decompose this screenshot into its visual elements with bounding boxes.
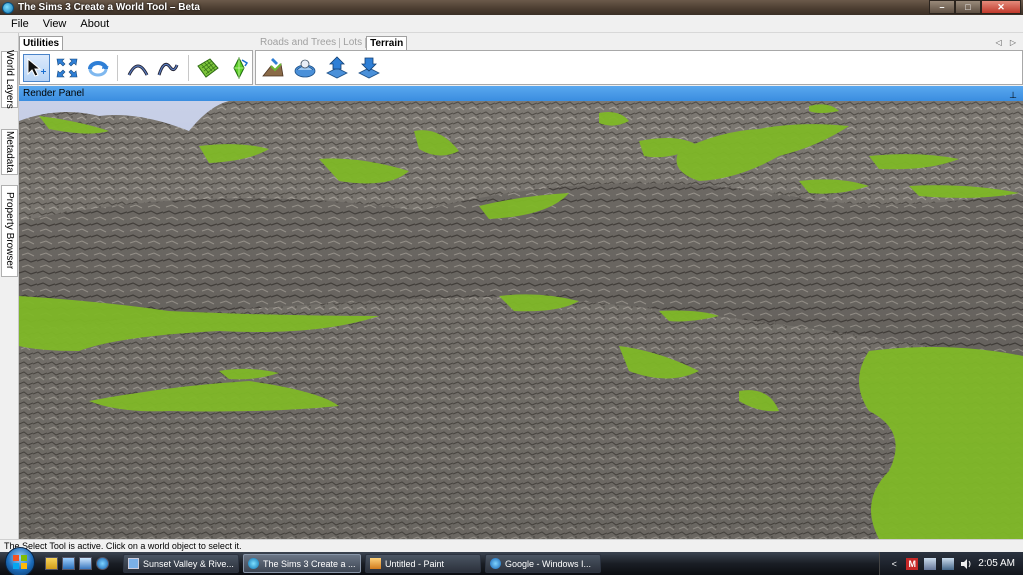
- menu-bar: File View About: [0, 15, 1023, 33]
- tab-scroll-arrows[interactable]: ◁ ▷: [995, 38, 1019, 47]
- rotate-tool-icon: [87, 60, 109, 76]
- paint-icon: [370, 558, 381, 569]
- close-button[interactable]: ✕: [981, 0, 1021, 14]
- sim-tool-button[interactable]: [225, 54, 252, 82]
- app-icon: [248, 558, 259, 569]
- tab-roads-and-trees[interactable]: Roads and Trees: [257, 36, 339, 50]
- utilities-tab-strip: Utilities: [19, 36, 64, 50]
- taskbar-item-label: Google - Windows I...: [505, 558, 592, 569]
- terrain-lower-button[interactable]: [355, 54, 383, 82]
- volume-icon[interactable]: [960, 558, 972, 570]
- sim-tool-icon: [233, 56, 248, 79]
- render-viewport[interactable]: [19, 101, 1023, 539]
- redo-curve-button[interactable]: [155, 54, 182, 82]
- terrain-sculpt-button[interactable]: [259, 54, 287, 82]
- tool-tab-strip: Roads and Trees Lots Terrain: [257, 36, 408, 50]
- menu-file[interactable]: File: [4, 18, 36, 30]
- status-text: The Select Tool is active. Click on a wo…: [4, 541, 242, 551]
- clock[interactable]: 2:05 AM: [978, 558, 1015, 569]
- start-button[interactable]: [5, 546, 35, 575]
- move-tool-icon: [56, 58, 78, 77]
- quick-launch: [45, 557, 109, 570]
- side-tab-property-browser[interactable]: Property Browser: [1, 185, 18, 277]
- terrain-scene: [19, 101, 1023, 539]
- redo-curve-icon: [157, 62, 179, 75]
- select-tool-icon: [27, 57, 47, 77]
- terrain-lower-icon: [358, 57, 380, 78]
- side-tab-label: Metadata: [4, 131, 15, 173]
- side-tab-label: Property Browser: [4, 192, 15, 270]
- undo-curve-icon: [127, 64, 148, 76]
- taskbar-item-label: The Sims 3 Create a ...: [263, 558, 356, 569]
- taskbar-item-label: Untitled - Paint: [385, 558, 445, 569]
- tab-utilities[interactable]: Utilities: [19, 36, 64, 50]
- rotate-tool-button[interactable]: [84, 54, 111, 82]
- side-tab-label: World Layers: [4, 50, 15, 109]
- render-panel-title: Render Panel: [23, 88, 85, 99]
- utilities-toolbar: [19, 50, 253, 85]
- toolbar-area: Utilities Roads and Trees Lots Terrain ◁…: [19, 33, 1023, 86]
- window-title: The Sims 3 Create a World Tool – Beta: [18, 2, 200, 13]
- tray-app-icon[interactable]: M: [906, 557, 919, 570]
- move-tool-button[interactable]: [54, 54, 81, 82]
- side-tab-world-layers[interactable]: World Layers: [1, 50, 18, 109]
- taskbar-item-label: Sunset Valley & Rive...: [143, 558, 234, 569]
- terrain-toolbar: [255, 50, 1023, 85]
- taskbar-item-sunset-valley[interactable]: Sunset Valley & Rive...: [123, 554, 239, 573]
- select-tool-button[interactable]: [23, 53, 50, 82]
- taskbar-item-google-ie[interactable]: Google - Windows I...: [485, 554, 601, 573]
- maximize-button[interactable]: □: [955, 0, 981, 14]
- grid-tool-icon: [197, 57, 219, 78]
- menu-view[interactable]: View: [36, 18, 74, 30]
- title-bar: The Sims 3 Create a World Tool – Beta – …: [0, 0, 1023, 15]
- monitor-icon[interactable]: [942, 557, 955, 570]
- tray-expand-icon[interactable]: <: [888, 558, 900, 570]
- toolbar-separator: [187, 54, 189, 81]
- undo-curve-button[interactable]: [124, 54, 151, 82]
- toolbar-separator: [117, 54, 119, 81]
- terrain-sculpt-icon: [262, 57, 284, 76]
- terrain-raise-icon: [326, 55, 348, 78]
- window-controls: – □ ✕: [929, 0, 1021, 14]
- minimize-button[interactable]: –: [929, 0, 955, 14]
- speaker-icon: [961, 558, 971, 569]
- taskbar-item-paint[interactable]: Untitled - Paint: [365, 554, 481, 573]
- show-desktop-icon[interactable]: [62, 557, 75, 570]
- terrain-smooth-icon: [294, 59, 316, 77]
- network-icon[interactable]: [924, 557, 937, 570]
- terrain-smooth-button[interactable]: [291, 54, 319, 82]
- tab-terrain[interactable]: Terrain: [366, 36, 408, 50]
- system-tray: < M 2:05 AM: [879, 552, 1023, 575]
- menu-about[interactable]: About: [73, 18, 116, 30]
- folder-icon[interactable]: [45, 557, 58, 570]
- taskbar: Sunset Valley & Rive... The Sims 3 Creat…: [0, 546, 1023, 575]
- grid-tool-button[interactable]: [195, 54, 222, 82]
- tab-lots[interactable]: Lots: [340, 36, 365, 50]
- taskbar-item-create-a-world[interactable]: The Sims 3 Create a ...: [243, 554, 361, 573]
- windows-logo-icon: [13, 554, 27, 569]
- internet-explorer-icon[interactable]: [96, 557, 109, 570]
- app-icon: [2, 1, 14, 14]
- status-bar: The Select Tool is active. Click on a wo…: [0, 539, 1023, 552]
- document-icon: [128, 558, 139, 569]
- side-tab-metadata[interactable]: Metadata: [1, 129, 18, 175]
- side-tab-strip: World Layers Metadata Property Browser: [0, 33, 19, 539]
- switch-windows-icon[interactable]: [79, 557, 92, 570]
- internet-explorer-icon: [490, 558, 501, 569]
- render-panel-header: Render Panel ⊥: [19, 86, 1023, 101]
- terrain-raise-button[interactable]: [323, 54, 351, 82]
